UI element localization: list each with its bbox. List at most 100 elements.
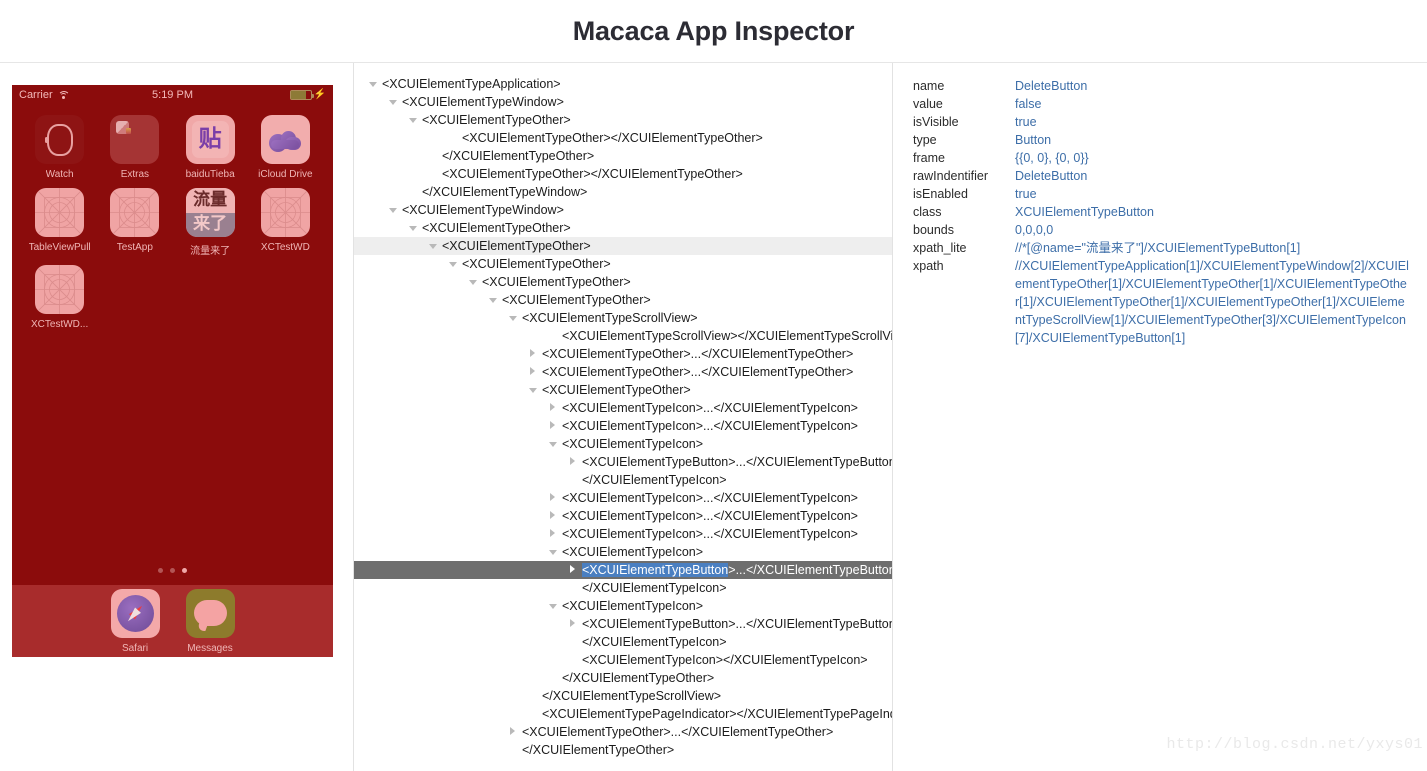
chevron-right-icon[interactable] xyxy=(548,489,559,507)
tree-row[interactable]: <XCUIElementTypeOther></XCUIElementTypeO… xyxy=(354,129,892,147)
attribute-value[interactable]: 0,0,0,0 xyxy=(1015,221,1053,239)
tree-row[interactable]: <XCUIElementTypeOther> xyxy=(354,111,892,129)
app-cell-watch[interactable]: Watch xyxy=(22,115,97,180)
attribute-value[interactable]: //*[@name="流量来了"]/XCUIElementTypeButton[… xyxy=(1015,239,1300,257)
attribute-value[interactable]: //XCUIElementTypeApplication[1]/XCUIElem… xyxy=(1015,257,1409,347)
tree-row[interactable]: <XCUIElementTypeScrollView> xyxy=(354,309,892,327)
placeholder-app-icon[interactable] xyxy=(35,188,85,237)
attribute-value[interactable]: false xyxy=(1015,95,1041,113)
tree-row[interactable]: </XCUIElementTypeOther> xyxy=(354,741,892,759)
attribute-value[interactable]: XCUIElementTypeButton xyxy=(1015,203,1154,221)
tree-row[interactable]: <XCUIElementTypeIcon>...</XCUIElementTyp… xyxy=(354,417,892,435)
app-cell-extras[interactable]: Extras xyxy=(97,115,172,180)
chevron-down-icon[interactable] xyxy=(408,219,419,237)
chevron-down-icon[interactable] xyxy=(508,309,519,327)
extras-icon[interactable] xyxy=(110,115,160,164)
tree-row[interactable]: <XCUIElementTypeApplication> xyxy=(354,75,892,93)
chevron-down-icon[interactable] xyxy=(528,381,539,399)
chevron-down-icon[interactable] xyxy=(548,543,559,561)
page-dot-active[interactable] xyxy=(182,568,187,573)
baidu-tieba-icon[interactable]: 贴 xyxy=(185,115,235,164)
tree-row[interactable]: <XCUIElementTypeButton>...</XCUIElementT… xyxy=(354,561,892,579)
chevron-down-icon[interactable] xyxy=(548,597,559,615)
tree-row[interactable]: <XCUIElementTypePageIndicator></XCUIElem… xyxy=(354,705,892,723)
placeholder-app-icon[interactable] xyxy=(260,188,310,237)
tree-row[interactable]: </XCUIElementTypeOther> xyxy=(354,669,892,687)
tree-row[interactable]: <XCUIElementTypeWindow> xyxy=(354,93,892,111)
tree-row[interactable]: </XCUIElementTypeIcon> xyxy=(354,579,892,597)
tree-row[interactable]: </XCUIElementTypeIcon> xyxy=(354,471,892,489)
tree-row[interactable]: <XCUIElementTypeOther>...</XCUIElementTy… xyxy=(354,723,892,741)
device-screen[interactable]: Carrier 5:19 PM ⚡ Watch Extras 贴 baiduTi… xyxy=(12,85,333,657)
tree-row[interactable]: <XCUIElementTypeScrollView></XCUIElement… xyxy=(354,327,892,345)
tree-row[interactable]: <XCUIElementTypeButton>...</XCUIElementT… xyxy=(354,453,892,471)
tree-row[interactable]: <XCUIElementTypeIcon></XCUIElementTypeIc… xyxy=(354,651,892,669)
dock-cell-safari[interactable]: Safari xyxy=(110,588,160,654)
app-cell-xctestwd[interactable]: XCTestWD xyxy=(248,188,323,257)
attribute-value[interactable]: DeleteButton xyxy=(1015,167,1087,185)
chevron-down-icon[interactable] xyxy=(468,273,479,291)
tree-row[interactable]: <XCUIElementTypeButton>...</XCUIElementT… xyxy=(354,615,892,633)
element-tree-pane[interactable]: <XCUIElementTypeApplication> <XCUIElement… xyxy=(354,63,893,771)
tree-row[interactable]: </XCUIElementTypeWindow> xyxy=(354,183,892,201)
placeholder-app-icon[interactable] xyxy=(35,265,85,314)
chevron-down-icon[interactable] xyxy=(368,75,379,93)
chevron-down-icon[interactable] xyxy=(388,93,399,111)
tree-row[interactable]: </XCUIElementTypeOther> xyxy=(354,147,892,165)
tree-row[interactable]: <XCUIElementTypeOther> xyxy=(354,237,892,255)
attribute-value[interactable]: DeleteButton xyxy=(1015,77,1087,95)
messages-icon[interactable] xyxy=(185,588,235,638)
tree-row[interactable]: <XCUIElementTypeIcon>...</XCUIElementTyp… xyxy=(354,399,892,417)
chevron-right-icon[interactable] xyxy=(548,417,559,435)
chevron-right-icon[interactable] xyxy=(508,723,519,741)
tree-row[interactable]: <XCUIElementTypeOther>...</XCUIElementTy… xyxy=(354,363,892,381)
tree-row[interactable]: <XCUIElementTypeOther> xyxy=(354,255,892,273)
safari-icon[interactable] xyxy=(110,588,160,638)
chevron-right-icon[interactable] xyxy=(528,345,539,363)
chevron-right-icon[interactable] xyxy=(548,525,559,543)
attribute-value[interactable]: {{0, 0}, {0, 0}} xyxy=(1015,149,1089,167)
tree-row[interactable]: <XCUIElementTypeWindow> xyxy=(354,201,892,219)
chevron-down-icon[interactable] xyxy=(448,255,459,273)
chevron-down-icon[interactable] xyxy=(428,237,439,255)
tree-row[interactable]: </XCUIElementTypeIcon> xyxy=(354,633,892,651)
chevron-right-icon[interactable] xyxy=(568,615,579,633)
chevron-down-icon[interactable] xyxy=(488,291,499,309)
attribute-value[interactable]: true xyxy=(1015,185,1037,203)
tree-row[interactable]: <XCUIElementTypeOther> xyxy=(354,219,892,237)
tree-row[interactable]: <XCUIElementTypeIcon> xyxy=(354,597,892,615)
chevron-right-icon[interactable] xyxy=(548,399,559,417)
page-dot[interactable] xyxy=(170,568,175,573)
dock-cell-messages[interactable]: Messages xyxy=(185,588,235,654)
chevron-right-icon[interactable] xyxy=(548,507,559,525)
chevron-right-icon[interactable] xyxy=(528,363,539,381)
page-indicator[interactable] xyxy=(12,568,333,573)
chevron-down-icon[interactable] xyxy=(548,435,559,453)
app-cell-testapp[interactable]: TestApp xyxy=(97,188,172,257)
tree-row[interactable]: <XCUIElementTypeIcon> xyxy=(354,435,892,453)
chevron-right-icon[interactable] xyxy=(568,453,579,471)
liuliang-icon[interactable]: 流量 来了 xyxy=(185,188,235,237)
chevron-down-icon[interactable] xyxy=(388,201,399,219)
watch-icon[interactable] xyxy=(35,115,85,164)
tree-row[interactable]: <XCUIElementTypeIcon>...</XCUIElementTyp… xyxy=(354,525,892,543)
tree-row[interactable]: </XCUIElementTypeScrollView> xyxy=(354,687,892,705)
chevron-down-icon[interactable] xyxy=(408,111,419,129)
placeholder-app-icon[interactable] xyxy=(110,188,160,237)
app-cell-baidutieba[interactable]: 贴 baiduTieba xyxy=(173,115,248,180)
tree-row[interactable]: <XCUIElementTypeOther>...</XCUIElementTy… xyxy=(354,345,892,363)
tree-row[interactable]: <XCUIElementTypeOther></XCUIElementTypeO… xyxy=(354,165,892,183)
app-cell-tableviewpull[interactable]: TableViewPull xyxy=(22,188,97,257)
tree-row[interactable]: <XCUIElementTypeOther> xyxy=(354,273,892,291)
tree-row[interactable]: <XCUIElementTypeOther> xyxy=(354,381,892,399)
page-dot[interactable] xyxy=(158,568,163,573)
chevron-right-icon[interactable] xyxy=(568,561,579,579)
tree-row[interactable]: <XCUIElementTypeIcon> xyxy=(354,543,892,561)
tree-row[interactable]: <XCUIElementTypeIcon>...</XCUIElementTyp… xyxy=(354,507,892,525)
attribute-value[interactable]: true xyxy=(1015,113,1037,131)
app-cell-icloud-drive[interactable]: iCloud Drive xyxy=(248,115,323,180)
app-cell-xctestwd-2[interactable]: XCTestWD... xyxy=(22,265,97,330)
tree-row[interactable]: <XCUIElementTypeOther> xyxy=(354,291,892,309)
app-cell-liuliang[interactable]: 流量 来了 流量来了 xyxy=(173,188,248,257)
attribute-value[interactable]: Button xyxy=(1015,131,1051,149)
